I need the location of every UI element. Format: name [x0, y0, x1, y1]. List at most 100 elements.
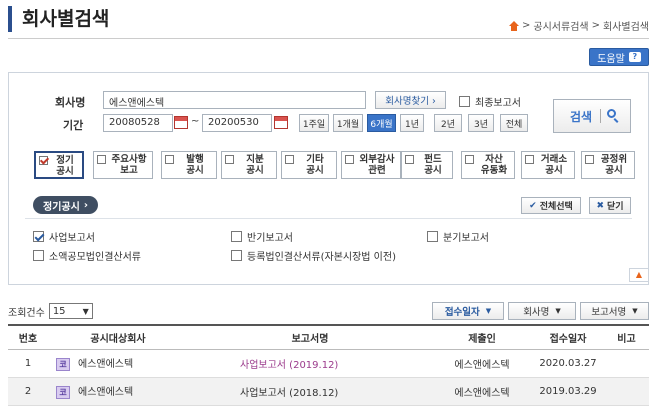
option-checkbox[interactable]: [427, 231, 438, 242]
period-1year-button[interactable]: 1년: [400, 114, 424, 132]
breadcrumb-sep: >: [591, 20, 600, 31]
category-label: 주요사항 보고: [111, 154, 147, 176]
category-periodic[interactable]: 정기 공시: [34, 151, 84, 179]
category-checkbox[interactable]: [165, 155, 174, 164]
category-exchange[interactable]: 거래소 공시: [521, 151, 575, 179]
category-label: 거래소 공시: [540, 154, 568, 176]
caret-down-icon: ▼: [632, 307, 638, 315]
page-size-value: 15: [52, 305, 66, 317]
category-checkbox[interactable]: [465, 155, 474, 164]
search-panel: 회사명 에스앤에스텍 회사명찾기 › 최종보고서 기간 20080528 ~ 2…: [8, 72, 649, 285]
option-label: 분기보고서: [443, 233, 489, 244]
help-button[interactable]: 도움말 ?: [589, 48, 649, 66]
category-checkbox[interactable]: [405, 155, 414, 164]
breadcrumb: > 공시서류검색 > 회사별검색: [509, 18, 649, 33]
report-link[interactable]: 사업보고서 (2018.12): [240, 388, 338, 399]
option-half-report[interactable]: 반기보고서: [231, 229, 293, 244]
option-label: 소액공모법인결산서류: [49, 252, 141, 263]
select-all-button[interactable]: ✔ 전체선택: [521, 197, 581, 214]
final-report-option[interactable]: 최종보고서: [459, 94, 521, 109]
company-input[interactable]: 에스앤에스텍: [103, 91, 366, 109]
report-link[interactable]: 사업보고서 (2019.12): [240, 360, 338, 371]
category-label: 외부감사 관련: [359, 154, 395, 176]
close-button[interactable]: ✖ 닫기: [589, 197, 631, 214]
period-6month-button[interactable]: 6개월: [367, 114, 396, 132]
company-link[interactable]: 에스앤에스텍: [78, 359, 133, 370]
final-report-checkbox[interactable]: [459, 96, 470, 107]
chevron-right-icon: ›: [83, 199, 88, 211]
help-label: 도움말: [597, 53, 625, 65]
category-audit[interactable]: 외부감사 관련: [341, 151, 401, 179]
period-3year-button[interactable]: 3년: [468, 114, 494, 132]
category-equity[interactable]: 지분 공시: [221, 151, 277, 179]
category-major[interactable]: 주요사항 보고: [93, 151, 153, 179]
company-label: 회사명: [55, 96, 86, 109]
section-tag-periodic: 정기공시 ›: [33, 196, 98, 214]
option-label: 사업보고서: [49, 233, 95, 244]
breadcrumb-item-current: 회사별검색: [603, 22, 649, 33]
option-registered-corp[interactable]: 등록법인결산서류(자본시장법 이전): [231, 248, 396, 263]
period-label: 기간: [63, 119, 84, 132]
date-to-input[interactable]: 20200530: [202, 114, 272, 132]
category-checkbox[interactable]: [39, 156, 48, 165]
cell-report: 사업보고서 (2018.12): [188, 377, 432, 406]
caret-down-icon: ▼: [555, 307, 561, 315]
period-2year-button[interactable]: 2년: [434, 114, 462, 132]
cell-submitter: 에스앤에스텍: [432, 377, 532, 406]
date-from-input[interactable]: 20080528: [103, 114, 173, 132]
calendar-icon[interactable]: [274, 116, 288, 129]
category-other[interactable]: 기타 공시: [281, 151, 337, 179]
company-link[interactable]: 에스앤에스텍: [78, 387, 133, 398]
page-size-select[interactable]: 15 ▼: [48, 303, 93, 319]
breadcrumb-sep: >: [522, 20, 531, 31]
option-checkbox[interactable]: [231, 250, 242, 261]
close-label: 닫기: [606, 202, 624, 212]
category-fund[interactable]: 펀드 공시: [401, 151, 453, 179]
category-checkbox[interactable]: [345, 155, 354, 164]
category-checkbox[interactable]: [525, 155, 534, 164]
option-business-report[interactable]: 사업보고서: [33, 229, 95, 244]
sort-label: 접수일자: [444, 307, 480, 318]
cell-no: 1: [8, 349, 48, 378]
period-1month-button[interactable]: 1개월: [333, 114, 363, 132]
cell-date: 2020.03.27: [532, 349, 604, 378]
sort-by-date-button[interactable]: 접수일자 ▼: [432, 302, 504, 320]
search-icon: [600, 109, 617, 123]
category-ftc[interactable]: 공정위 공시: [581, 151, 635, 179]
cell-company: 코 에스앤에스텍: [48, 349, 188, 378]
caret-down-icon: ▼: [485, 307, 492, 315]
find-company-button[interactable]: 회사명찾기 ›: [375, 91, 446, 109]
category-checkbox[interactable]: [585, 155, 594, 164]
option-checkbox[interactable]: [231, 231, 242, 242]
table-header-row: 번호 공시대상회사 보고서명 제출인 접수일자 비고: [8, 324, 649, 350]
results-count-control: 조회건수 15 ▼: [8, 303, 93, 319]
col-company: 공시대상회사: [48, 324, 188, 350]
option-small-offering[interactable]: 소액공모법인결산서류: [33, 248, 141, 263]
date-separator: ~: [191, 116, 200, 127]
category-abs[interactable]: 자산 유동화: [461, 151, 515, 179]
cell-note: [604, 349, 649, 378]
collapse-panel-button[interactable]: ▲: [629, 268, 649, 282]
category-checkbox[interactable]: [285, 155, 294, 164]
sort-by-company-button[interactable]: 회사명 ▼: [508, 302, 576, 320]
category-checkbox[interactable]: [225, 155, 234, 164]
period-1week-button[interactable]: 1주일: [299, 114, 329, 132]
sort-label: 보고서명: [591, 307, 627, 318]
period-all-button[interactable]: 전체: [500, 114, 528, 132]
category-label: 발행 공시: [186, 154, 204, 176]
kosdaq-badge-icon: 코: [56, 358, 70, 371]
sort-by-report-button[interactable]: 보고서명 ▼: [580, 302, 649, 320]
breadcrumb-item-search[interactable]: 공시서류검색: [533, 18, 588, 33]
category-issuance[interactable]: 발행 공시: [161, 151, 217, 179]
search-button[interactable]: 검색: [553, 99, 631, 133]
option-checkbox[interactable]: [33, 231, 44, 242]
col-submitter: 제출인: [432, 324, 532, 350]
search-label: 검색: [569, 109, 593, 124]
calendar-icon[interactable]: [174, 116, 188, 129]
option-checkbox[interactable]: [33, 250, 44, 261]
category-checkbox[interactable]: [97, 155, 106, 164]
home-icon[interactable]: [509, 20, 520, 31]
title-divider: [8, 38, 649, 39]
table-row: 1 코 에스앤에스텍 사업보고서 (2019.12) 에스앤에스텍 2020.03…: [8, 349, 649, 378]
option-quarter-report[interactable]: 분기보고서: [427, 229, 489, 244]
